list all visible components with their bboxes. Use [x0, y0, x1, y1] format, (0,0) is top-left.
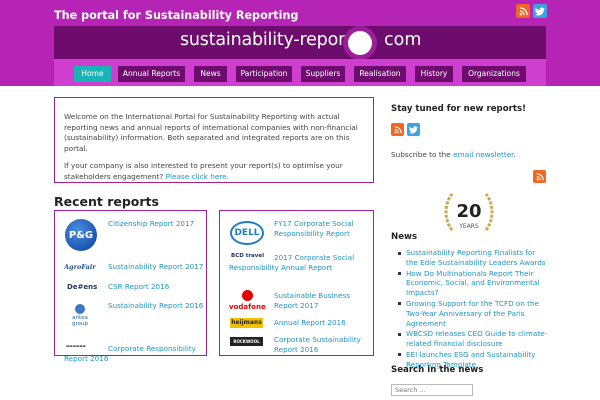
- report-link[interactable]: Annual Report 2016: [274, 318, 346, 328]
- subscribe-text: Subscribe to the email newsletter.: [391, 150, 516, 159]
- report-link[interactable]: Citizenship Report 2017: [108, 219, 194, 229]
- welcome-box: Welcome on the International Portal for …: [54, 97, 374, 183]
- years-number: 20: [456, 201, 481, 222]
- antea-logo-text: antea group: [72, 315, 88, 327]
- report-link[interactable]: Sustainability Report 2017: [108, 262, 203, 272]
- report-link[interactable]: FY17 Corporate Social Responsibility Rep…: [274, 219, 370, 239]
- news-item[interactable]: How Do Multinationals Report Their Econo…: [398, 269, 548, 298]
- vodafone-logo[interactable]: vodafone: [229, 303, 266, 311]
- brand-ring-icon: [343, 26, 377, 60]
- site-header: The portal for Sustainability Reporting …: [0, 0, 600, 86]
- rss-icon[interactable]: [533, 170, 546, 183]
- rss-icon[interactable]: [391, 123, 404, 136]
- email-newsletter-link[interactable]: email newsletter: [453, 150, 513, 159]
- nav-item-participation[interactable]: Participation: [236, 66, 292, 82]
- agrofair-logo[interactable]: AgroFair: [64, 263, 96, 271]
- news-list: Sustainability Reporting Finalists for t…: [398, 248, 548, 371]
- click-here-link[interactable]: Please click here.: [166, 172, 229, 181]
- nav-item-organizations[interactable]: Organizations: [462, 66, 526, 82]
- nav-item-suppliers[interactable]: Suppliers: [301, 66, 345, 82]
- rockwool-logo[interactable]: ROCKWOOL: [230, 337, 263, 346]
- pg-logo[interactable]: P&G: [65, 219, 97, 251]
- rss-icon[interactable]: [516, 4, 530, 18]
- deens-logo[interactable]: De#ens: [67, 283, 97, 291]
- news-item[interactable]: WBCSD releases CEO Guide to climate-rela…: [398, 329, 548, 349]
- welcome-text: Welcome on the International Portal for …: [64, 112, 358, 153]
- subscribe-suffix: .: [513, 150, 516, 159]
- twitter-icon[interactable]: [533, 4, 547, 18]
- nav-item-annual-reports[interactable]: Annual Reports: [118, 66, 185, 82]
- news-item[interactable]: Growing Support for the TCFD on the Two-…: [398, 299, 548, 328]
- search-heading: Search in the news: [391, 365, 484, 375]
- welcome-cta: If your company is also interested to pr…: [64, 161, 364, 182]
- nav-item-home[interactable]: Home: [74, 66, 111, 82]
- news-item[interactable]: Sustainability Reporting Finalists for t…: [398, 248, 548, 268]
- heijmans-logo[interactable]: heijmans: [230, 318, 263, 328]
- report-link[interactable]: CSR Report 2016: [108, 282, 169, 292]
- brand-tld: com: [384, 30, 422, 50]
- subscribe-prefix: Subscribe to the: [391, 150, 451, 159]
- nav-item-realisation[interactable]: Realisation: [354, 66, 406, 82]
- report-link[interactable]: Corporate Responsibility Report 2016: [64, 344, 204, 364]
- years-label: YEARS: [458, 223, 479, 230]
- antea-logo[interactable]: antea group: [68, 304, 92, 327]
- recent-reports-right: DELL FY17 Corporate Social Responsibilit…: [219, 210, 374, 356]
- report-link[interactable]: 2017 Corporate Social Responsibility Ann…: [229, 253, 369, 273]
- report-link[interactable]: Sustainable Business Report 2017: [274, 291, 370, 311]
- news-heading: News: [391, 232, 418, 242]
- nav-item-history[interactable]: History: [415, 66, 453, 82]
- dell-logo[interactable]: DELL: [230, 221, 264, 245]
- main-nav: Home Annual Reports News Participation S…: [54, 59, 546, 86]
- vodafone-icon: [242, 290, 253, 301]
- search-input[interactable]: [391, 384, 473, 396]
- recent-reports-left: P&G Citizenship Report 2017 AgroFair Sus…: [54, 210, 207, 363]
- recent-reports-heading: Recent reports: [54, 194, 159, 209]
- report-link[interactable]: Corporate Sustainability Report 2016: [274, 335, 370, 355]
- report-link[interactable]: Sustainability Report 2016: [108, 301, 203, 311]
- brand-name: sustainability-reports: [180, 30, 361, 50]
- 20-years-badge: 20 YEARS: [444, 193, 494, 231]
- site-logo[interactable]: sustainability-reports com: [54, 26, 546, 60]
- twitter-icon[interactable]: [407, 123, 420, 136]
- site-tagline: The portal for Sustainability Reporting: [54, 9, 299, 22]
- stay-tuned-heading: Stay tuned for new reports!: [391, 104, 526, 114]
- nav-item-news[interactable]: News: [194, 66, 227, 82]
